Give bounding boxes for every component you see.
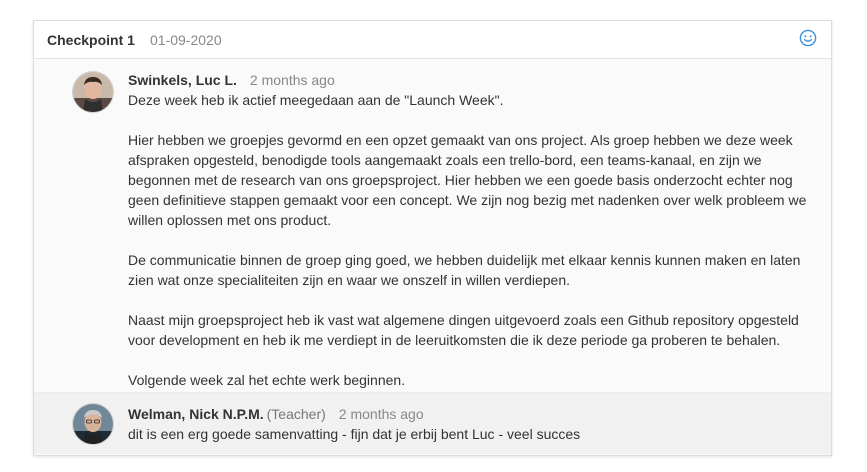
- comment-body: Welman, Nick N.P.M. (Teacher) 2 months ago…: [128, 405, 811, 444]
- comment-meta: Swinkels, Luc L. 2 months ago: [128, 71, 811, 89]
- smiley-icon[interactable]: [799, 29, 817, 47]
- checkpoint-card: Checkpoint 1 01-09-2020 Swinkels, Luc L.: [33, 20, 832, 456]
- comment-author[interactable]: Welman, Nick N.P.M.: [128, 406, 264, 422]
- comment-body: Swinkels, Luc L. 2 months ago Deze week h…: [128, 71, 811, 390]
- comment-paragraph: dit is een erg goede samenvatting - fijn…: [128, 426, 581, 442]
- comment-paragraph: Hier hebben we groepjes gevormd en een o…: [128, 132, 807, 228]
- comment-text: dit is een erg goede samenvatting - fijn…: [128, 424, 811, 444]
- comment-paragraph: Naast mijn groepsproject heb ik vast wat…: [128, 312, 799, 348]
- checkpoint-date: 01-09-2020: [150, 32, 222, 48]
- user-avatar: [72, 71, 114, 113]
- comment-time: 2 months ago: [338, 406, 424, 422]
- comment-item: Welman, Nick N.P.M. (Teacher) 2 months ago…: [34, 392, 831, 454]
- comment-text: Deze week heb ik actief meegedaan aan de…: [128, 90, 811, 390]
- comment-time: 2 months ago: [249, 72, 335, 88]
- teacher-avatar: [72, 403, 114, 445]
- comment-paragraph: Volgende week zal het echte werk beginne…: [128, 372, 406, 388]
- checkpoint-title: Checkpoint 1: [47, 32, 135, 48]
- comment-paragraph: De communicatie binnen de groep ging goe…: [128, 252, 801, 288]
- comment-item: Swinkels, Luc L. 2 months ago Deze week h…: [34, 59, 831, 392]
- checkpoint-header: Checkpoint 1 01-09-2020: [34, 21, 831, 59]
- comment-paragraph: Deze week heb ik actief meegedaan aan de…: [128, 92, 504, 108]
- author-role: (Teacher): [266, 406, 326, 422]
- comment-author[interactable]: Swinkels, Luc L.: [128, 72, 237, 88]
- comment-meta: Welman, Nick N.P.M. (Teacher) 2 months ago: [128, 405, 811, 423]
